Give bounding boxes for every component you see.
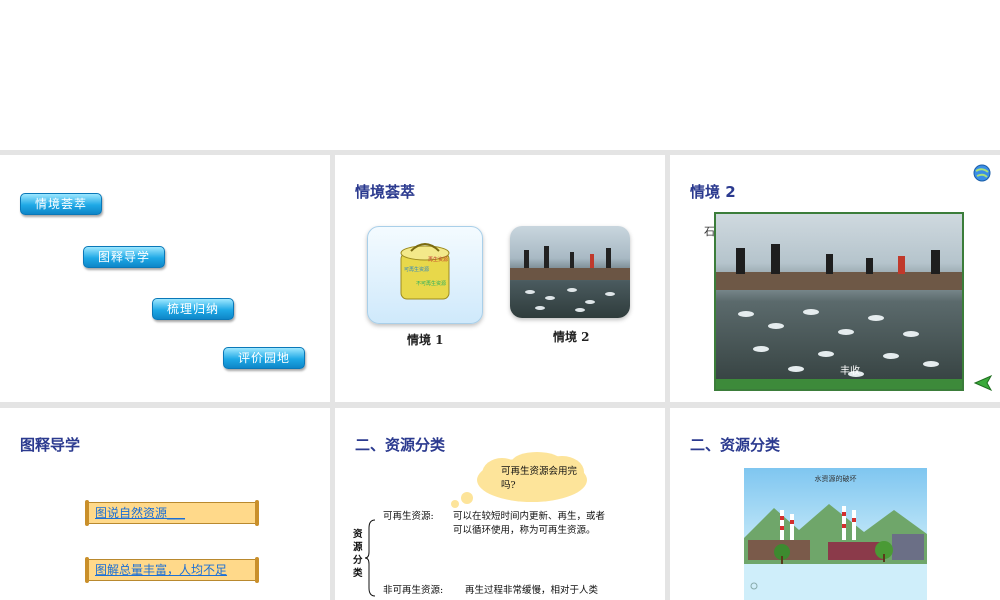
resource-can-illustration: 再生资源 可再生资源 不可再生资源 [400, 243, 450, 300]
slide-thumbnail-3[interactable]: 情境 2 石 丰收 [670, 155, 1000, 402]
scroll-link-natural-resources[interactable]: 图说自然资源___ [85, 500, 259, 526]
nav-button-scenarios[interactable]: 情境荟萃 [20, 193, 103, 215]
scenario-2-label: 情境 2 [553, 330, 590, 344]
slide-thumbnail-2[interactable]: 情境荟萃 再生资源 可再生资源 不可再生资源 情境 1 情境 2 [335, 155, 665, 402]
scroll-link-total-abundant[interactable]: 图解总量丰富，人均不足 [85, 557, 259, 583]
fish-harvest-photo [510, 246, 630, 312]
factory-scene [744, 504, 927, 600]
slide-thumbnail-6[interactable]: 二、资源分类 水资源的破坏 [670, 408, 1000, 600]
scenario-2-thumbnail[interactable] [510, 226, 630, 318]
nav-button-guided-study[interactable]: 图释导学 [83, 246, 166, 268]
can-label-2: 可再生资源 [404, 266, 429, 273]
nonrenewable-label: 非可再生资源: [383, 585, 444, 596]
nav-button-summary[interactable]: 梳理归纳 [152, 298, 235, 320]
scenario-1-thumbnail[interactable]: 再生资源 可再生资源 不可再生资源 [367, 226, 483, 324]
slide-title: 情境 2 [690, 183, 736, 201]
slide-thumbnail-4[interactable]: 图释导学 图说自然资源___ 图解总量丰富，人均不足 [0, 408, 330, 600]
nonrenewable-description: 再生过程非常缓慢，相对于人类 [465, 585, 599, 596]
slide-thumbnail-5[interactable]: 二、资源分类 可再生资源会用完吗? 资源分类 可再生资源: 可以在较短时间内更新… [335, 408, 665, 600]
brace-icon [365, 519, 376, 597]
slide-title: 二、资源分类 [690, 436, 781, 454]
slide-title: 二、资源分类 [355, 436, 446, 454]
slide-thumbnail-1[interactable]: 情境荟萃 图释导学 梳理归纳 评价园地 [0, 155, 330, 402]
cloud-question: 可再生资源会用完吗? [501, 466, 578, 491]
illustration-title: 水资源的破坏 [814, 475, 857, 483]
renewable-description: 可以在较短时间内更新、再生，或者可以循环使用，称为可再生资源。 [453, 511, 606, 536]
renewable-label: 可再生资源: [383, 511, 434, 522]
nav-button-evaluation[interactable]: 评价园地 [223, 347, 306, 369]
water-damage-illustration: 水资源的破坏 [744, 468, 927, 600]
fish-harvest-photo: 丰收 [714, 212, 964, 391]
slide-title: 情境荟萃 [355, 183, 416, 201]
can-label-1: 再生资源 [428, 256, 448, 263]
back-arrow-icon[interactable] [973, 375, 993, 391]
slide-title: 图释导学 [20, 436, 81, 454]
category-label: 资源分类 [353, 529, 363, 579]
fish-harvest-scene [716, 244, 962, 389]
globe-icon[interactable] [973, 164, 991, 182]
scenario-1-label: 情境 1 [407, 333, 444, 347]
can-label-3: 不可再生资源 [416, 280, 446, 287]
photo-caption: 丰收 [840, 366, 860, 377]
